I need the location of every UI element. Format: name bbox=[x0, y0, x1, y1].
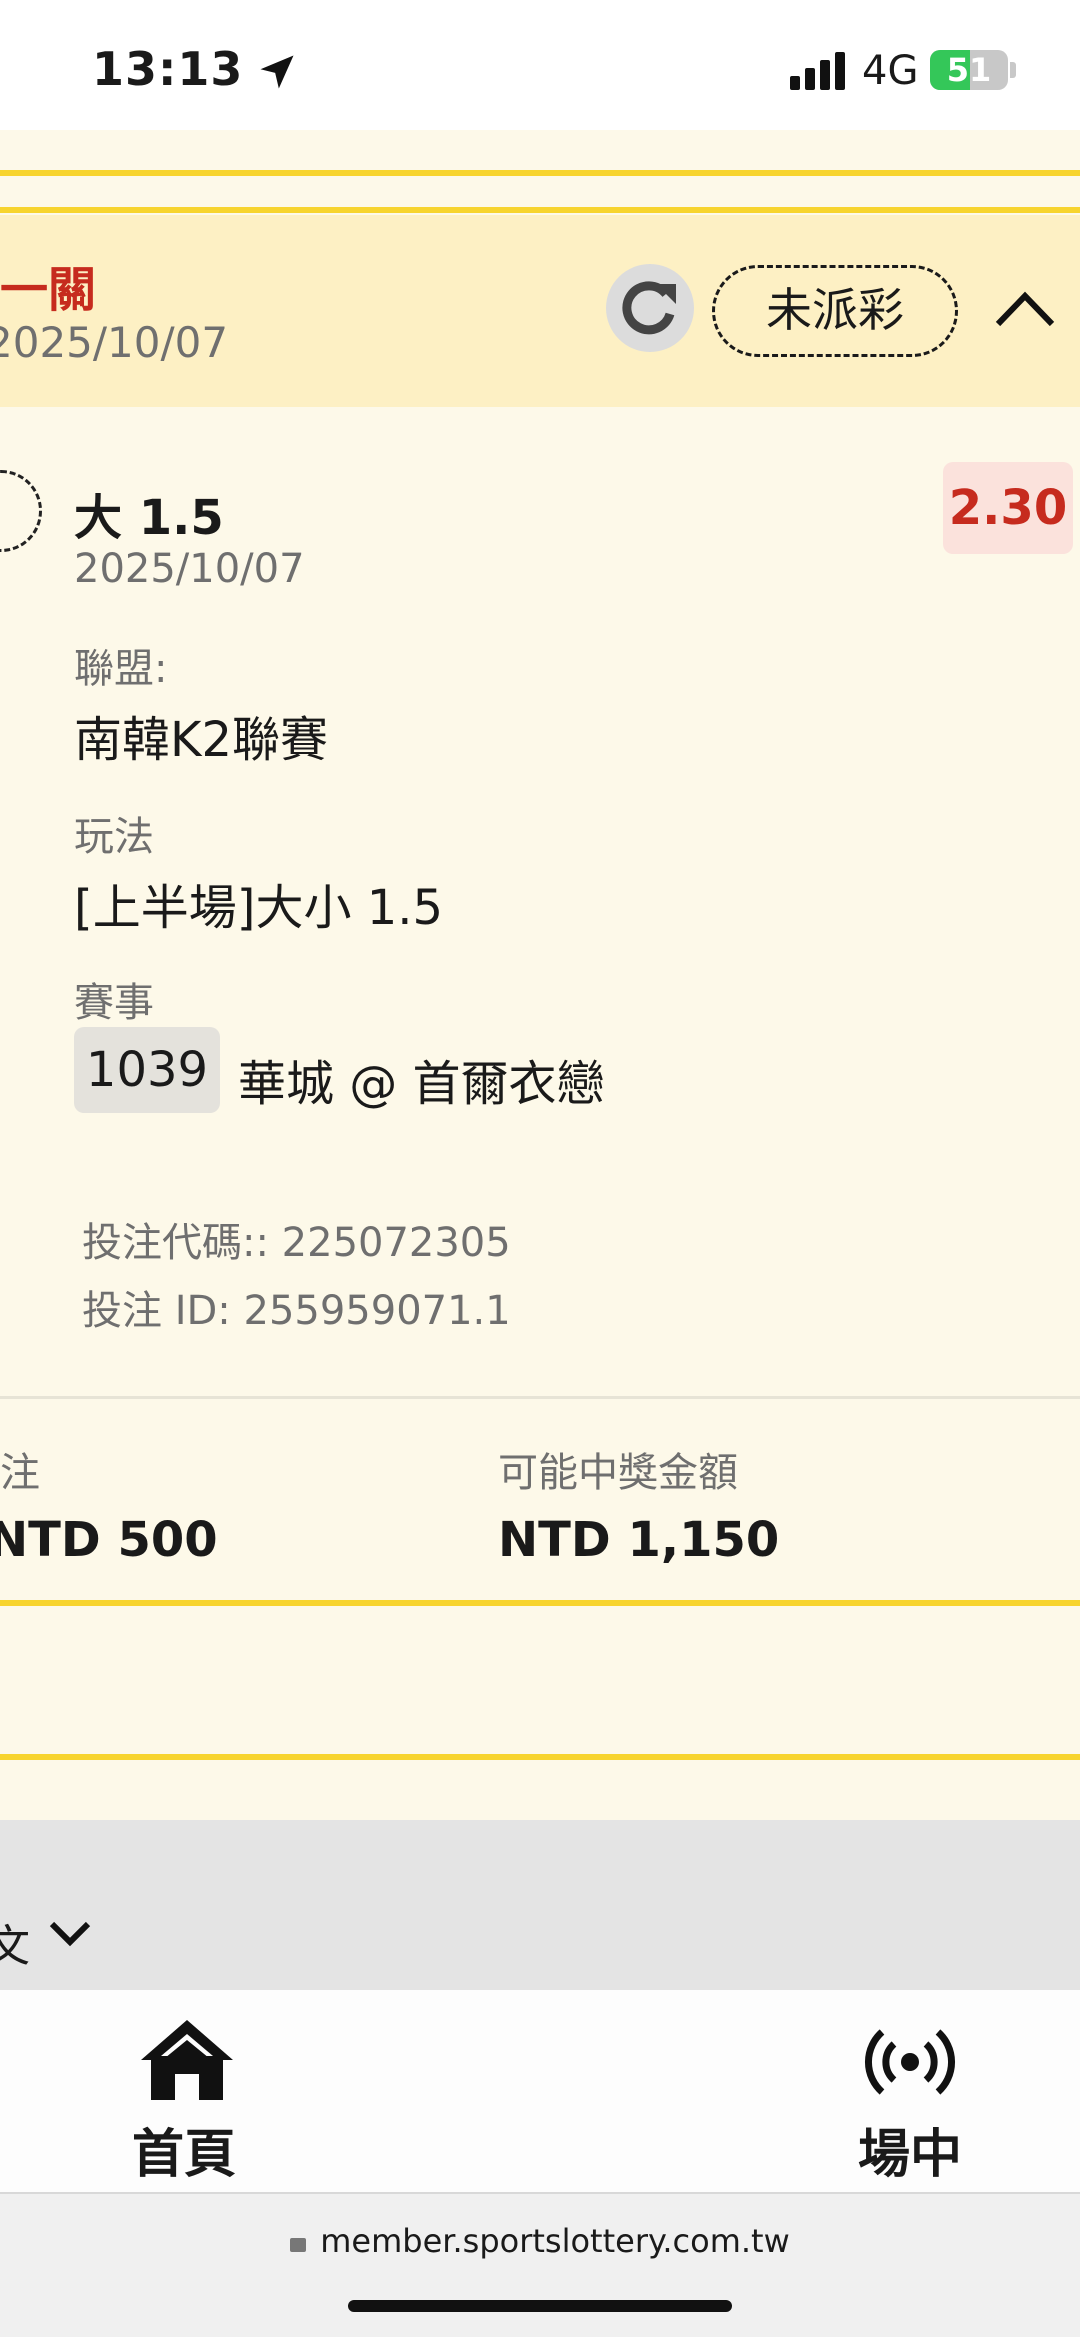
lock-icon bbox=[290, 2238, 307, 2252]
footer-band bbox=[0, 1820, 1080, 1990]
ticket-title: 一關 bbox=[0, 262, 97, 318]
selection-radio[interactable] bbox=[0, 470, 42, 552]
url-display[interactable]: member.sportslottery.com.tw bbox=[0, 2222, 1080, 2260]
refresh-button[interactable] bbox=[606, 264, 694, 352]
signal-icon bbox=[790, 52, 845, 90]
yellow-divider bbox=[0, 170, 1080, 176]
league-value: 南韓K2聯賽 bbox=[74, 712, 329, 768]
battery-tip bbox=[1010, 62, 1016, 78]
home-icon[interactable] bbox=[139, 2018, 235, 2102]
battery-percent: 51 bbox=[946, 51, 992, 89]
nav-live-label[interactable]: 場中 bbox=[800, 2112, 1020, 2187]
nav-home-label[interactable]: 首頁 bbox=[74, 2112, 294, 2187]
divider bbox=[0, 1396, 1080, 1399]
league-label: 聯盟: bbox=[74, 646, 168, 692]
payout-label: 可能中獎金額 bbox=[498, 1450, 738, 1496]
match-number-badge: 1039 bbox=[74, 1027, 220, 1113]
match-name: 華城 @ 首爾衣戀 bbox=[238, 1056, 605, 1112]
selection-date: 2025/10/07 bbox=[74, 546, 305, 592]
stake-label: 投注 bbox=[0, 1450, 40, 1496]
location-arrow-icon bbox=[260, 55, 294, 89]
previous-ticket-fragment bbox=[0, 130, 1080, 172]
home-indicator[interactable] bbox=[348, 2300, 732, 2312]
payout-value: NTD 1,150 bbox=[498, 1512, 780, 1568]
status-badge: 未派彩 bbox=[712, 265, 958, 357]
yellow-divider bbox=[0, 1754, 1080, 1760]
network-type: 4G bbox=[862, 48, 919, 94]
browser-url-bar[interactable] bbox=[0, 2192, 1080, 2337]
match-label: 賽事 bbox=[74, 980, 154, 1026]
clock: 13:13 bbox=[92, 42, 244, 96]
odds-badge: 2.30 bbox=[943, 462, 1073, 554]
ticket-date: 2025/10/07 bbox=[0, 318, 229, 367]
selection-name: 大 1.5 bbox=[74, 490, 224, 546]
refresh-icon bbox=[622, 281, 676, 335]
chevron-up-icon[interactable] bbox=[992, 280, 1058, 336]
play-label: 玩法 bbox=[74, 814, 154, 860]
yellow-divider bbox=[0, 207, 1080, 213]
stake-value: NTD 500 bbox=[0, 1512, 218, 1568]
language-selector[interactable]: 文 bbox=[0, 1910, 30, 1974]
battery-icon: 51 bbox=[930, 50, 1008, 90]
play-value: [上半場]大小 1.5 bbox=[74, 880, 444, 936]
bet-code: 投注代碼:: 225072305 bbox=[82, 1220, 511, 1266]
chevron-down-icon[interactable] bbox=[48, 1918, 92, 1948]
url-text: member.sportslottery.com.tw bbox=[320, 2222, 790, 2260]
yellow-divider bbox=[0, 1600, 1080, 1606]
bet-id: 投注 ID: 255959071.1 bbox=[82, 1288, 511, 1334]
broadcast-icon[interactable] bbox=[862, 2020, 958, 2104]
